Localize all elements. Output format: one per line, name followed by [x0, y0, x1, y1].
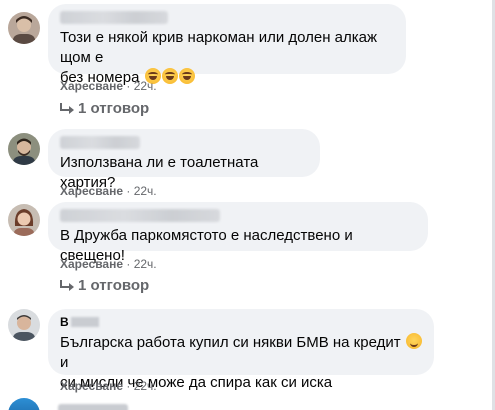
author-name-blurred[interactable] [60, 209, 220, 222]
comment-bubble: В Българска работа купил си някви БМВ на… [48, 309, 434, 391]
view-replies-link[interactable]: 1 отговор [60, 100, 149, 118]
avatar[interactable] [8, 309, 40, 341]
comment-meta: Харесване · 22ч. [60, 79, 157, 93]
comment-meta: Харесване · 22ч. [60, 379, 157, 393]
author-name-blurred[interactable] [60, 136, 140, 149]
comment-bubble: Този е някой крив наркоман или долен алк… [48, 4, 406, 86]
timestamp[interactable]: 22ч. [134, 379, 157, 393]
reply-arrow-icon [60, 103, 74, 114]
view-replies-link[interactable]: 1 отговор [60, 277, 149, 295]
winking-emoji-icon [405, 333, 422, 349]
avatar[interactable] [8, 133, 40, 165]
laughing-crying-emoji-icon [178, 68, 195, 84]
timestamp[interactable]: 22ч. [134, 257, 157, 271]
like-button[interactable]: Харесване [60, 257, 123, 271]
timestamp[interactable]: 22ч. [134, 79, 157, 93]
like-button[interactable]: Харесване [60, 379, 123, 393]
timestamp[interactable]: 22ч. [134, 184, 157, 198]
like-button[interactable]: Харесване [60, 184, 123, 198]
comment-bubble: Използвана ли е тоалетната хартия? [48, 129, 320, 191]
like-button[interactable]: Харесване [60, 79, 123, 93]
avatar[interactable] [8, 12, 40, 44]
comment-meta: Харесване · 22ч. [60, 257, 157, 271]
author-name-blurred[interactable] [60, 11, 168, 24]
author-name-blurred[interactable] [58, 404, 128, 410]
avatar[interactable] [8, 204, 40, 236]
comments-panel: Този е някой крив наркоман или долен алк… [0, 0, 495, 410]
comment-meta: Харесване · 22ч. [60, 184, 157, 198]
comment-bubble: В Дружба паркомястото е наследствено и с… [48, 202, 428, 264]
reply-arrow-icon [60, 280, 74, 291]
avatar[interactable] [8, 398, 40, 410]
author-name[interactable]: В [60, 316, 422, 329]
laughing-crying-emoji-icon [161, 68, 178, 84]
